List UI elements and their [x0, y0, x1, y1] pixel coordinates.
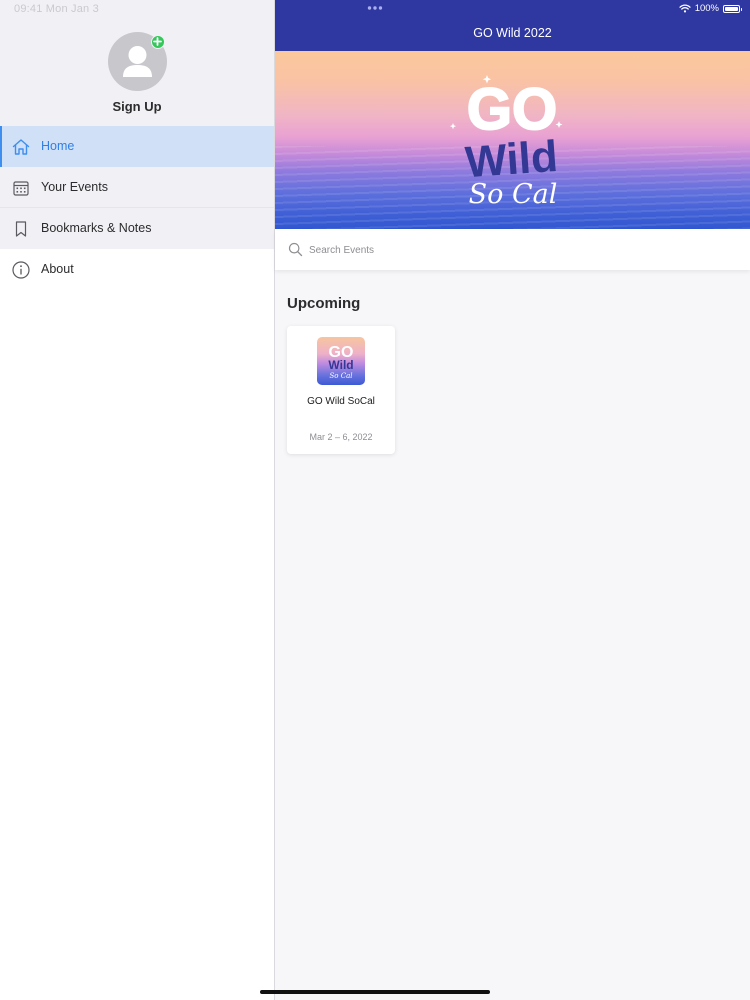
sidebar-item-bookmarks-notes[interactable]: Bookmarks & Notes — [0, 208, 274, 249]
sidebar-item-label: Bookmarks & Notes — [41, 221, 152, 235]
home-icon — [12, 139, 30, 155]
search-input[interactable] — [309, 240, 729, 260]
battery-percent: 100% — [694, 3, 719, 14]
search-bar — [275, 229, 750, 270]
bookmark-icon — [15, 221, 27, 237]
add-badge-icon[interactable] — [151, 35, 165, 49]
go-wild-logo: GO Wild So Cal — [449, 75, 563, 210]
navigation-bar: 100% GO Wild 2022 — [275, 0, 750, 51]
event-banner: GO Wild So Cal — [275, 51, 750, 229]
info-icon — [12, 261, 30, 279]
event-name: GO Wild SoCal — [307, 396, 375, 407]
svg-text:Wild: Wild — [328, 358, 353, 372]
sidebar-item-label: About — [41, 262, 74, 276]
page-title: GO Wild 2022 — [473, 26, 552, 40]
upcoming-heading: Upcoming — [287, 295, 361, 312]
calendar-icon — [13, 181, 29, 196]
wifi-icon — [679, 4, 691, 13]
go-wild-logo-small: GO Wild So Cal — [328, 344, 353, 380]
home-indicator[interactable] — [260, 990, 490, 994]
sidebar-item-label: Home — [41, 139, 75, 153]
search-icon — [288, 242, 303, 257]
sidebar-item-about[interactable]: About — [0, 249, 274, 290]
status-bar-time: 09:41 Mon Jan 3 — [14, 3, 99, 15]
battery-icon — [723, 4, 742, 13]
sidebar-item-home[interactable]: Home — [0, 126, 274, 167]
event-card[interactable]: GO Wild So Cal GO Wild SoCal Mar 2 – 6, … — [287, 326, 395, 454]
sign-up-link[interactable]: Sign Up — [0, 99, 274, 114]
sidebar-profile-area: 09:41 Mon Jan 3 Sign Up Home Your Events… — [0, 0, 274, 249]
sidebar-item-your-events[interactable]: Your Events — [0, 167, 274, 208]
more-dots-icon[interactable] — [367, 5, 383, 11]
event-dates: Mar 2 – 6, 2022 — [309, 432, 373, 442]
event-thumbnail: GO Wild So Cal — [317, 337, 365, 385]
sidebar: 09:41 Mon Jan 3 Sign Up Home Your Events… — [0, 0, 275, 1000]
sidebar-item-label: Your Events — [41, 180, 108, 194]
svg-text:So Cal: So Cal — [469, 179, 558, 210]
status-bar-right: 100% — [679, 3, 742, 14]
main-content: 100% GO Wild 2022 GO Wild So Cal Upcomin… — [275, 0, 750, 1000]
svg-text:So Cal: So Cal — [329, 372, 352, 380]
